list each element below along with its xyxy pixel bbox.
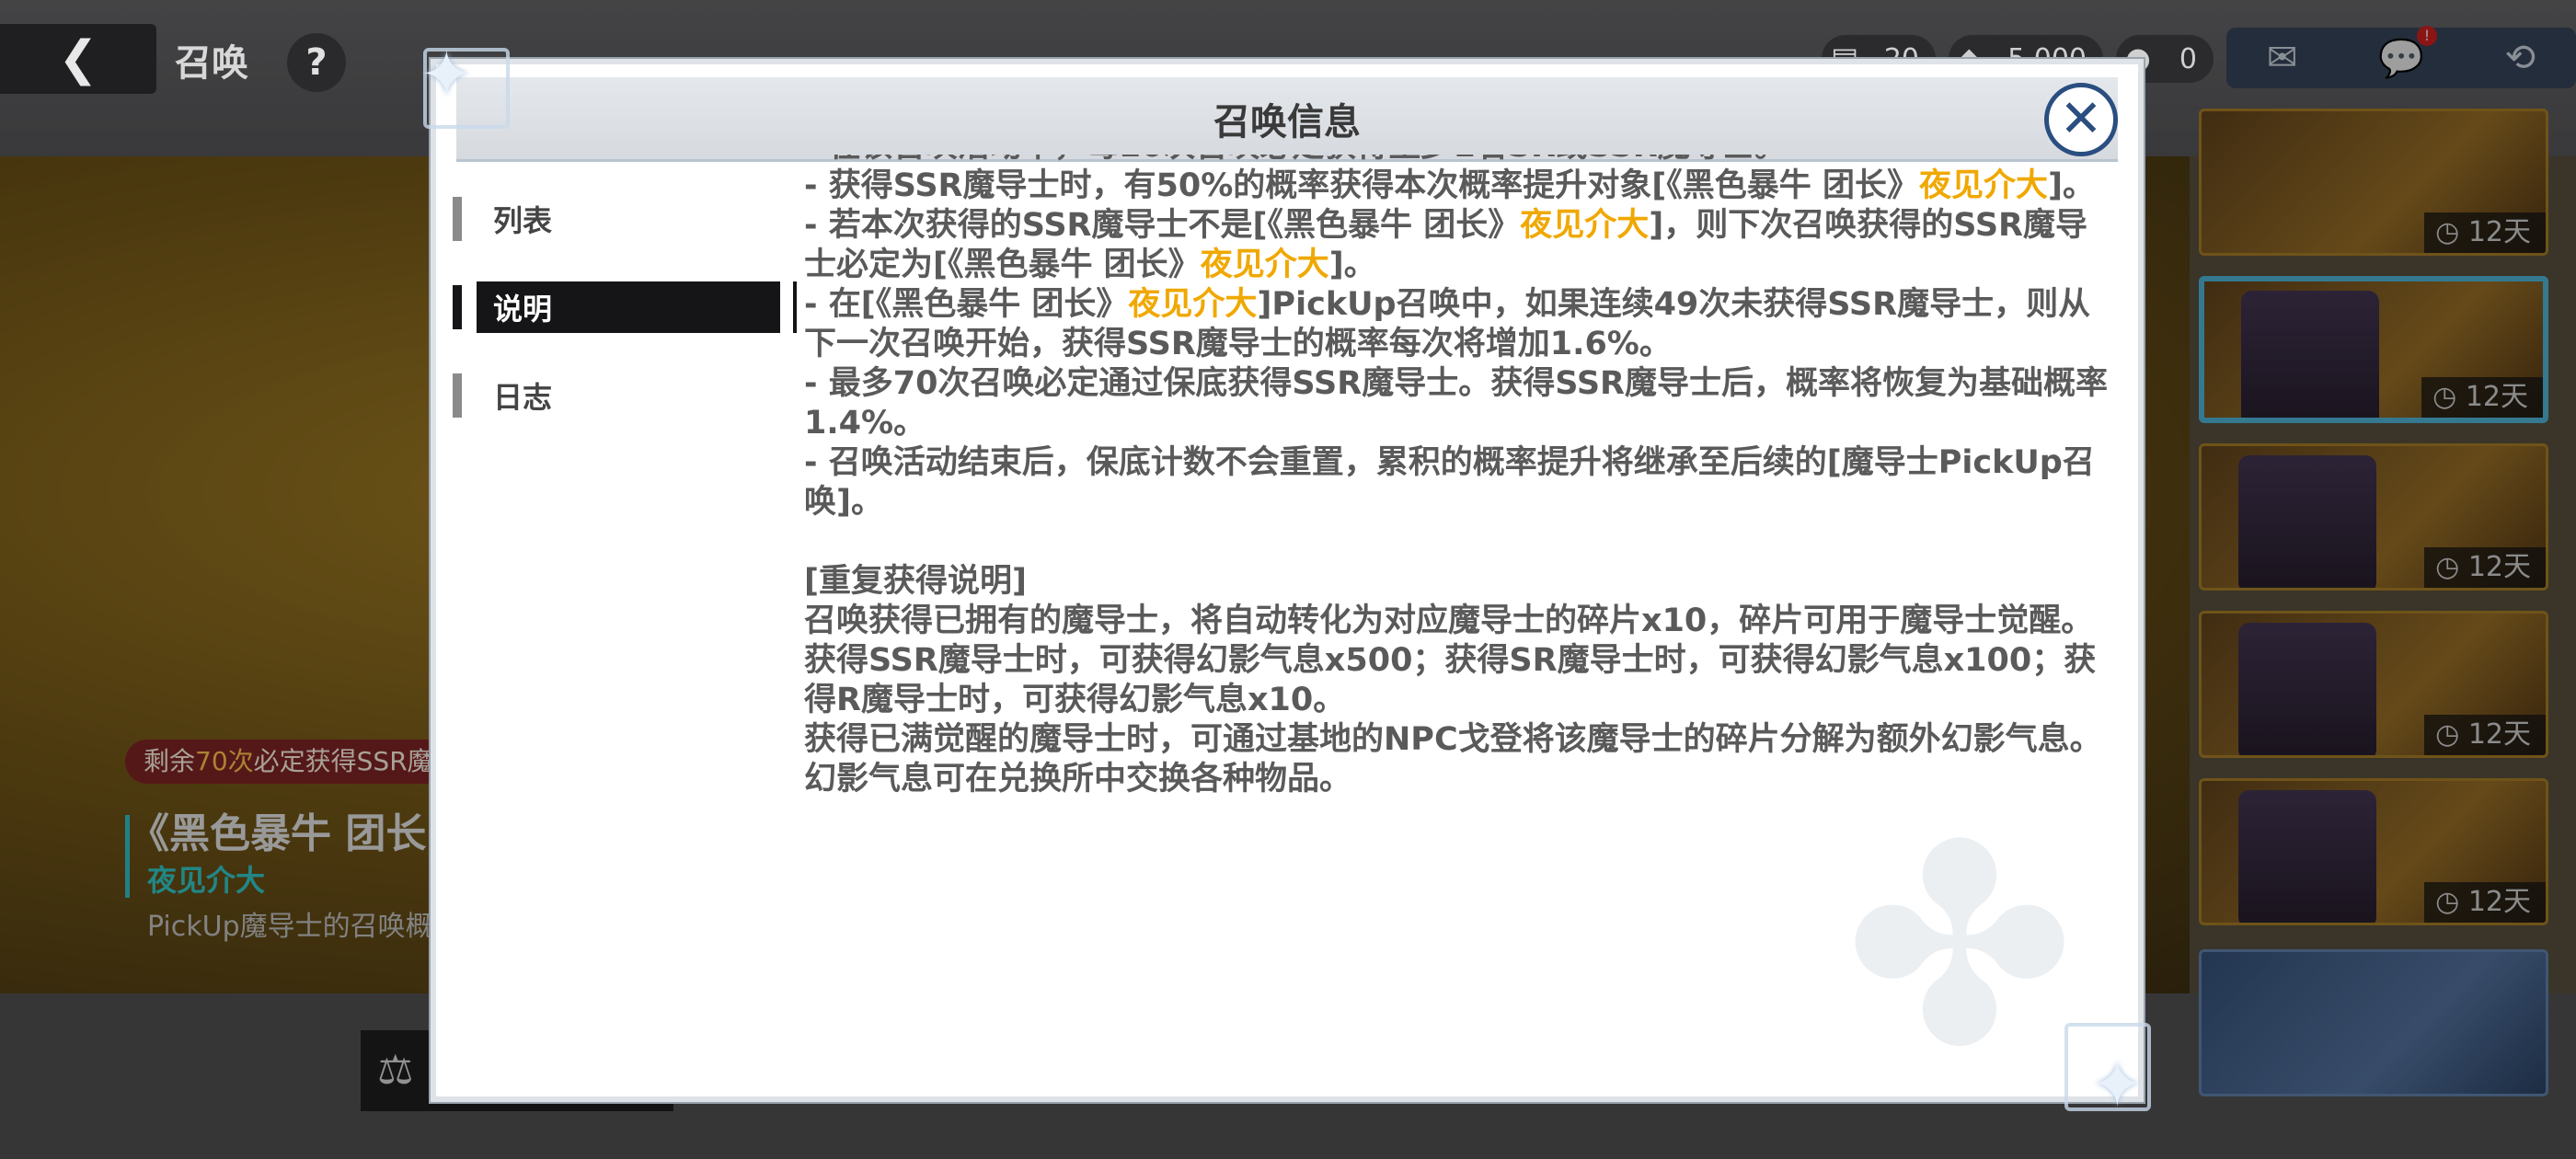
rule-text: - 若本次获得的SSR魔导士不是[《黑色暴牛 团长》 bbox=[804, 207, 1521, 244]
chat-badge: ! bbox=[2416, 25, 2437, 46]
rule-text: - 获得SSR魔导士时，有50%的概率获得本次概率提升对象[《黑色暴牛 团长》 bbox=[804, 167, 1919, 204]
rule-line: 获得SSR魔导士时，可获得幻影气息x500；获得SR魔导士时，可获得幻影气息x1… bbox=[804, 642, 2097, 718]
dialog-nav: 列表 说明 日志 bbox=[453, 193, 797, 458]
highlight-name: 夜见介大 bbox=[1200, 247, 1329, 283]
timer-text: 12天 bbox=[2465, 381, 2528, 413]
dialog-header: 召唤信息 bbox=[456, 77, 2118, 162]
timer-badge: ◷ 12天 bbox=[2424, 547, 2546, 588]
character-portrait bbox=[2238, 623, 2376, 755]
rule-text: ]。 bbox=[1328, 247, 1376, 283]
timer-badge: ◷ 12天 bbox=[2424, 882, 2546, 923]
close-button[interactable]: ✕ bbox=[2044, 83, 2118, 156]
tab-marker bbox=[453, 285, 462, 329]
rule-text: - 在[《黑色暴牛 团长》 bbox=[804, 286, 1129, 323]
timer-text: 12天 bbox=[2467, 216, 2531, 248]
tab-log[interactable]: 日志 bbox=[453, 370, 784, 421]
pity-counter-pill: 剩余70次必定获得SSR魔导 bbox=[125, 740, 477, 784]
banner-card-ticket[interactable] bbox=[2199, 949, 2548, 1096]
scale-icon: ⚖ bbox=[377, 1047, 414, 1094]
highlight-name: 夜见介大 bbox=[1128, 286, 1258, 323]
pill-count: 70次 bbox=[195, 746, 254, 776]
timer-badge: ◷ 12天 bbox=[2421, 377, 2543, 418]
section-heading: [重复获得说明] bbox=[804, 563, 1027, 600]
clock-icon: ◷ bbox=[2432, 381, 2466, 413]
character-portrait bbox=[2241, 291, 2379, 418]
character-portrait bbox=[2238, 790, 2376, 923]
currency-value: 0 bbox=[2179, 42, 2197, 75]
tab-marker-right bbox=[793, 281, 797, 333]
timer-badge: ◷ 12天 bbox=[2424, 212, 2546, 253]
timer-text: 12天 bbox=[2467, 551, 2531, 583]
pill-suffix: 必定获得SSR魔导 bbox=[253, 746, 459, 776]
rule-line: 获得已满觉醒的魔导士时，可通过基地的NPC戈登将该魔导士的碎片分解为额外幻影气息… bbox=[804, 721, 2102, 758]
close-icon: ✕ bbox=[2059, 89, 2103, 149]
character-portrait bbox=[2238, 455, 2376, 588]
banner-title: 《黑色暴牛 团长 bbox=[129, 810, 427, 857]
timer-text: 12天 bbox=[2467, 886, 2531, 918]
highlight-name: 夜见介大 bbox=[1520, 207, 1650, 244]
clock-icon: ◷ bbox=[2435, 718, 2468, 751]
rule-line: - 在该召唤活动中，每10次召唤必定获得至少1名SR或SSR魔导士。 bbox=[804, 155, 2110, 166]
sparkle-icon: ✦ bbox=[420, 37, 474, 112]
banner-card[interactable]: ◷ 12天 bbox=[2199, 778, 2548, 925]
banner-card[interactable]: ◷ 12天 bbox=[2199, 443, 2548, 591]
refresh-icon[interactable]: ⟲ bbox=[2505, 37, 2536, 79]
banner-card[interactable]: ◷ 12天 bbox=[2199, 611, 2548, 758]
timer-text: 12天 bbox=[2467, 718, 2531, 751]
rule-line: - 召唤活动结束后，保底计数不会重置，累积的概率提升将继承至后续的[魔导士Pic… bbox=[804, 444, 2095, 521]
rule-line: - 若本次获得的SSR魔导士不是[《黑色暴牛 团长》夜见介大]，则下次召唤获得的… bbox=[804, 206, 2110, 285]
clock-icon: ◷ bbox=[2435, 886, 2468, 918]
clock-icon: ◷ bbox=[2435, 216, 2468, 248]
rule-line: 召唤获得已拥有的魔导士，将自动转化为对应魔导士的碎片x10，碎片可用于魔导士觉醒… bbox=[804, 602, 2094, 639]
pill-prefix: 剩余 bbox=[144, 746, 196, 776]
rule-line: 幻影气息可在兑换所中交换各种物品。 bbox=[804, 761, 1352, 798]
tab-marker bbox=[453, 197, 462, 241]
mail-icon[interactable]: ✉ bbox=[2267, 37, 2298, 79]
rule-line: - 在[《黑色暴牛 团长》夜见介大]PickUp召唤中，如果连续49次未获得SS… bbox=[804, 285, 2110, 364]
timer-badge: ◷ 12天 bbox=[2424, 715, 2546, 755]
rule-line: - 获得SSR魔导士时，有50%的概率获得本次概率提升对象[《黑色暴牛 团长》夜… bbox=[804, 166, 2110, 206]
tab-description[interactable]: 说明 bbox=[453, 281, 797, 333]
tab-marker bbox=[453, 373, 462, 418]
help-button[interactable]: ? bbox=[287, 33, 346, 92]
back-arrow-icon: ❮ bbox=[58, 31, 98, 86]
back-button[interactable]: ❮ bbox=[0, 24, 156, 94]
tab-label: 说明 bbox=[493, 292, 553, 327]
banner-description: PickUp魔导士的召唤概 bbox=[147, 911, 433, 943]
banner-character-name: 夜见介大 bbox=[147, 863, 266, 898]
tab-list[interactable]: 列表 bbox=[453, 193, 784, 245]
tab-label: 列表 bbox=[493, 203, 553, 238]
chat-icon[interactable]: 💬! bbox=[2378, 25, 2437, 80]
dialog-title: 召唤信息 bbox=[1213, 100, 1361, 143]
highlight-name: 夜见介大 bbox=[1918, 167, 2048, 204]
description-scroll-area[interactable]: - 在该召唤活动中，每10次召唤必定获得至少1名SR或SSR魔导士。 - 获得S… bbox=[804, 155, 2110, 955]
top-icon-group: ✉ 💬! ⟲ bbox=[2226, 25, 2576, 88]
banner-card-selected[interactable]: ◷ 12天 bbox=[2199, 276, 2548, 423]
tab-label: 日志 bbox=[493, 380, 553, 415]
banner-card[interactable]: ◷ 12天 bbox=[2199, 109, 2548, 256]
rule-text: ]。 bbox=[2047, 167, 2095, 204]
page-title: 召唤 bbox=[175, 42, 248, 85]
clock-icon: ◷ bbox=[2435, 551, 2468, 583]
rule-line: - 最多70次召唤必定通过保底获得SSR魔导士。获得SSR魔导士后，概率将恢复为… bbox=[804, 365, 2109, 442]
